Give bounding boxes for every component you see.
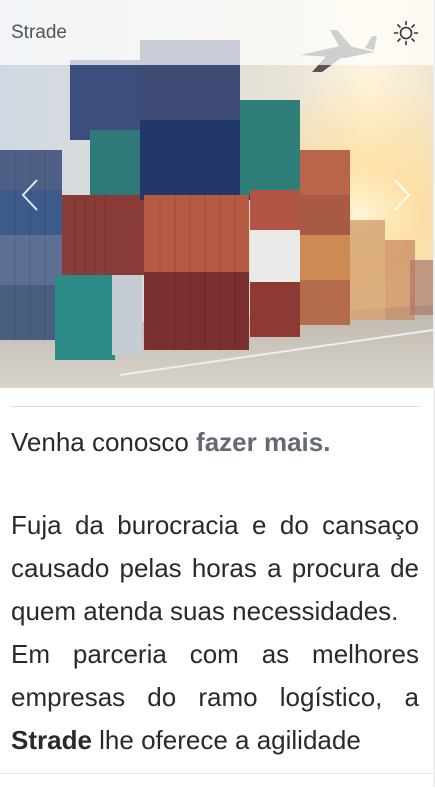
sun-icon[interactable] <box>393 20 419 46</box>
brand-logo[interactable]: Strade <box>11 22 67 44</box>
bottom-edge <box>0 773 435 788</box>
chevron-left-icon[interactable] <box>18 178 42 212</box>
chevron-right-icon[interactable] <box>390 178 414 212</box>
paragraph-partnership: Em parceria com as melhores empresas do … <box>11 633 419 762</box>
hero-carousel[interactable]: Strade <box>0 0 433 388</box>
headline-emphasis: fazer mais. <box>196 427 331 457</box>
section-divider <box>11 406 419 407</box>
paragraph-partnership-start: Em parceria com as melhores empresas do … <box>11 639 419 712</box>
paragraph-partnership-end: lhe oferece a agilidade <box>91 725 361 755</box>
headline-prefix: Venha conosco <box>11 427 197 457</box>
paragraph-intro: Fuja da burocracia e do cansaço causado … <box>11 510 419 626</box>
brand-mention: Strade <box>11 725 92 755</box>
top-navbar: Strade <box>0 0 433 65</box>
about-section: Venha conosco fazer mais. Fuja da burocr… <box>11 420 419 762</box>
headline: Venha conosco fazer mais. <box>11 420 419 464</box>
